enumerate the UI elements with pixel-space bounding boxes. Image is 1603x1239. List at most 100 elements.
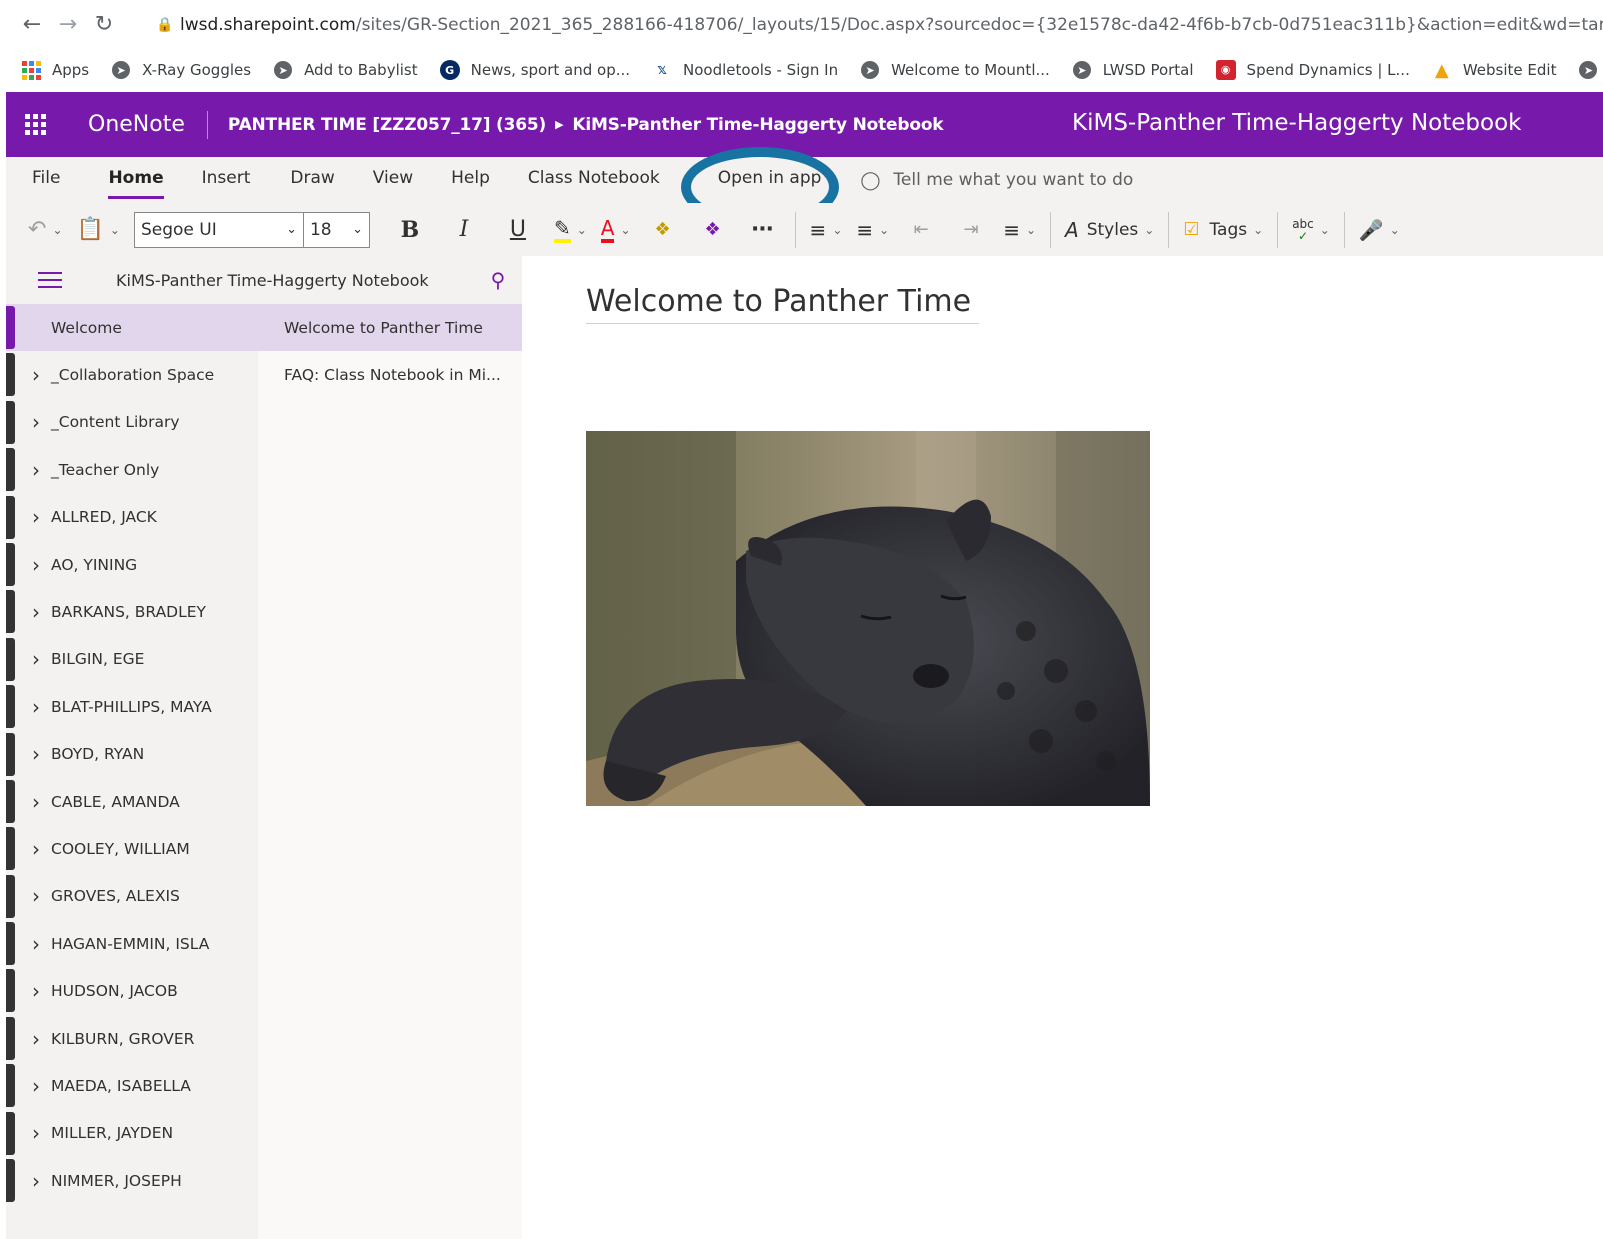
dictate-button[interactable]: 🎤 ⌄ xyxy=(1359,212,1400,248)
font-name-select[interactable]: Segoe UI ⌄ xyxy=(133,211,304,248)
chevron-right-icon[interactable]: › xyxy=(32,695,51,719)
section-color-tab xyxy=(6,1111,15,1155)
section-item[interactable]: › KILBURN, GROVER xyxy=(6,1015,258,1062)
bookmark-xray-goggles[interactable]: ➤ X-Ray Goggles xyxy=(110,59,251,81)
section-item[interactable]: › MAEDA, ISABELLA xyxy=(6,1062,258,1109)
highlight-button[interactable]: ✎ ⌄ xyxy=(553,212,587,248)
chevron-right-icon[interactable]: › xyxy=(32,979,51,1003)
bullets-button[interactable]: ≡ ⌄ xyxy=(810,212,843,248)
open-in-app-button[interactable]: Open in app xyxy=(718,157,822,203)
clipboard-button[interactable]: 📋 ⌄ xyxy=(77,212,120,248)
chevron-right-icon[interactable]: › xyxy=(32,1169,51,1193)
increase-indent-icon[interactable]: ⇥ xyxy=(953,212,989,248)
breadcrumb-notebook[interactable]: KiMS-Panther Time-Haggerty Notebook xyxy=(572,115,943,135)
section-item[interactable]: Welcome xyxy=(6,304,258,352)
section-item[interactable]: › COOLEY, WILLIAM xyxy=(6,825,258,872)
tab-class-notebook[interactable]: Class Notebook xyxy=(528,157,660,203)
page-item-faq[interactable]: FAQ: Class Notebook in Mi... xyxy=(258,351,522,398)
bold-button[interactable]: B xyxy=(392,212,428,248)
bookmark-apps[interactable]: Apps xyxy=(20,59,89,81)
format-painter-icon[interactable]: ❖ xyxy=(645,212,681,248)
back-arrow-icon[interactable]: ← xyxy=(14,6,50,42)
app-name[interactable]: OneNote xyxy=(88,110,208,139)
chevron-right-icon[interactable]: › xyxy=(32,1027,51,1051)
toolbar-divider xyxy=(794,211,796,248)
tab-file[interactable]: File xyxy=(32,157,60,203)
bookmark-website-edit[interactable]: ▲ Website Edit xyxy=(1431,59,1557,81)
bookmark-babylist[interactable]: ➤ Add to Babylist xyxy=(272,59,418,81)
page-canvas[interactable]: Welcome to Panther Time xyxy=(522,256,1603,1239)
tab-view[interactable]: View xyxy=(373,157,413,203)
bookmark-noodletools[interactable]: 𝕩 Noodletools - Sign In xyxy=(651,59,838,81)
bookmark-spend-dynamics[interactable]: ◉ Spend Dynamics | L... xyxy=(1215,59,1410,81)
hamburger-menu-icon[interactable] xyxy=(38,272,62,288)
section-label: HUDSON, JACOB xyxy=(51,982,178,1001)
more-options-icon[interactable]: ⋯ xyxy=(745,212,781,248)
section-item[interactable]: › BILGIN, EGE xyxy=(6,636,258,683)
section-item[interactable]: › _Teacher Only xyxy=(6,446,258,493)
tab-home[interactable]: Home xyxy=(108,157,164,203)
section-item[interactable]: › MILLER, JAYDEN xyxy=(6,1110,258,1157)
tab-draw[interactable]: Draw xyxy=(290,157,334,203)
chevron-right-icon[interactable]: › xyxy=(32,647,51,671)
chevron-right-icon[interactable]: › xyxy=(32,884,51,908)
section-item[interactable]: › AO, YINING xyxy=(6,541,258,588)
breadcrumb-class[interactable]: PANTHER TIME [ZZZ057_17] (365) xyxy=(228,115,546,135)
tab-insert[interactable]: Insert xyxy=(202,157,251,203)
bookmark-lwsd-portal[interactable]: ➤ LWSD Portal xyxy=(1071,59,1194,81)
section-item[interactable]: › ALLRED, JACK xyxy=(6,494,258,541)
chevron-right-icon[interactable]: › xyxy=(32,1121,51,1145)
section-item[interactable]: › BOYD, RYAN xyxy=(6,731,258,778)
nav-notebook-title[interactable]: KiMS-Panther Time-Haggerty Notebook xyxy=(116,271,429,290)
clear-formatting-icon[interactable]: ❖ xyxy=(695,212,731,248)
section-item[interactable]: › _Content Library xyxy=(6,399,258,446)
underline-button[interactable]: U xyxy=(500,212,536,248)
nav-header: KiMS-Panther Time-Haggerty Notebook ⚲ xyxy=(6,256,522,304)
noodletools-icon: 𝕩 xyxy=(657,62,667,78)
chevron-right-icon[interactable]: › xyxy=(32,742,51,766)
panther-image[interactable] xyxy=(586,431,1150,806)
section-item[interactable]: › BLAT-PHILLIPS, MAYA xyxy=(6,683,258,730)
section-item[interactable]: › HUDSON, JACOB xyxy=(6,967,258,1014)
chevron-right-icon[interactable]: › xyxy=(32,363,51,387)
alignment-button[interactable]: ≡ ⌄ xyxy=(1003,212,1036,248)
app-launcher-icon[interactable] xyxy=(6,92,64,157)
tags-button[interactable]: ☑ Tags ⌄ xyxy=(1183,212,1263,248)
decrease-indent-icon[interactable]: ⇤ xyxy=(903,212,939,248)
chevron-right-icon[interactable]: › xyxy=(32,1074,51,1098)
spelling-button[interactable]: abc ✓ ⌄ xyxy=(1292,212,1330,248)
font-size-select[interactable]: 18 ⌄ xyxy=(303,211,370,248)
chevron-right-icon[interactable]: › xyxy=(32,553,51,577)
chevron-right-icon[interactable]: › xyxy=(32,505,51,529)
section-item[interactable]: › HAGAN-EMMIN, ISLA xyxy=(6,920,258,967)
styles-button[interactable]: A Styles ⌄ xyxy=(1065,212,1154,248)
bookmark-mountlake[interactable]: ➤ Welcome to Mountl... xyxy=(859,59,1050,81)
section-item[interactable]: › CABLE, AMANDA xyxy=(6,778,258,825)
italic-button[interactable]: I xyxy=(446,212,482,248)
numbering-button[interactable]: ≡ ⌄ xyxy=(856,212,889,248)
section-item[interactable]: › _Collaboration Space xyxy=(6,351,258,398)
page-title[interactable]: Welcome to Panther Time xyxy=(586,284,980,324)
bookmark-news[interactable]: G News, sport and op... xyxy=(439,59,630,81)
tell-me-search[interactable]: ◯ Tell me what you want to do xyxy=(859,170,1133,191)
url-field[interactable]: 🔒 lwsd.sharepoint.com/sites/GR-Section_2… xyxy=(150,8,1603,42)
bookmark-pa[interactable]: ➤ Pa xyxy=(1577,59,1603,81)
font-color-button[interactable]: A ⌄ xyxy=(600,212,631,248)
section-item[interactable]: › NIMMER, JOSEPH xyxy=(6,1157,258,1204)
chevron-right-icon[interactable]: › xyxy=(32,600,51,624)
section-item[interactable]: › GROVES, ALEXIS xyxy=(6,873,258,920)
toolbar-divider xyxy=(1277,211,1279,248)
chevron-right-icon[interactable]: › xyxy=(32,790,51,814)
chevron-right-icon[interactable]: › xyxy=(32,410,51,434)
browser-address-bar: ← → ↻ 🔒 lwsd.sharepoint.com/sites/GR-Sec… xyxy=(0,0,1603,48)
section-item[interactable]: › BARKANS, BRADLEY xyxy=(6,588,258,635)
tab-help[interactable]: Help xyxy=(451,157,490,203)
search-icon[interactable]: ⚲ xyxy=(484,266,512,294)
forward-arrow-icon[interactable]: → xyxy=(50,6,86,42)
chevron-right-icon[interactable]: › xyxy=(32,932,51,956)
chevron-right-icon[interactable]: › xyxy=(32,837,51,861)
page-item-welcome[interactable]: Welcome to Panther Time xyxy=(258,304,522,352)
undo-button[interactable]: ↶ ⌄ xyxy=(28,212,63,248)
chevron-right-icon[interactable]: › xyxy=(32,458,51,482)
reload-icon[interactable]: ↻ xyxy=(86,6,122,42)
